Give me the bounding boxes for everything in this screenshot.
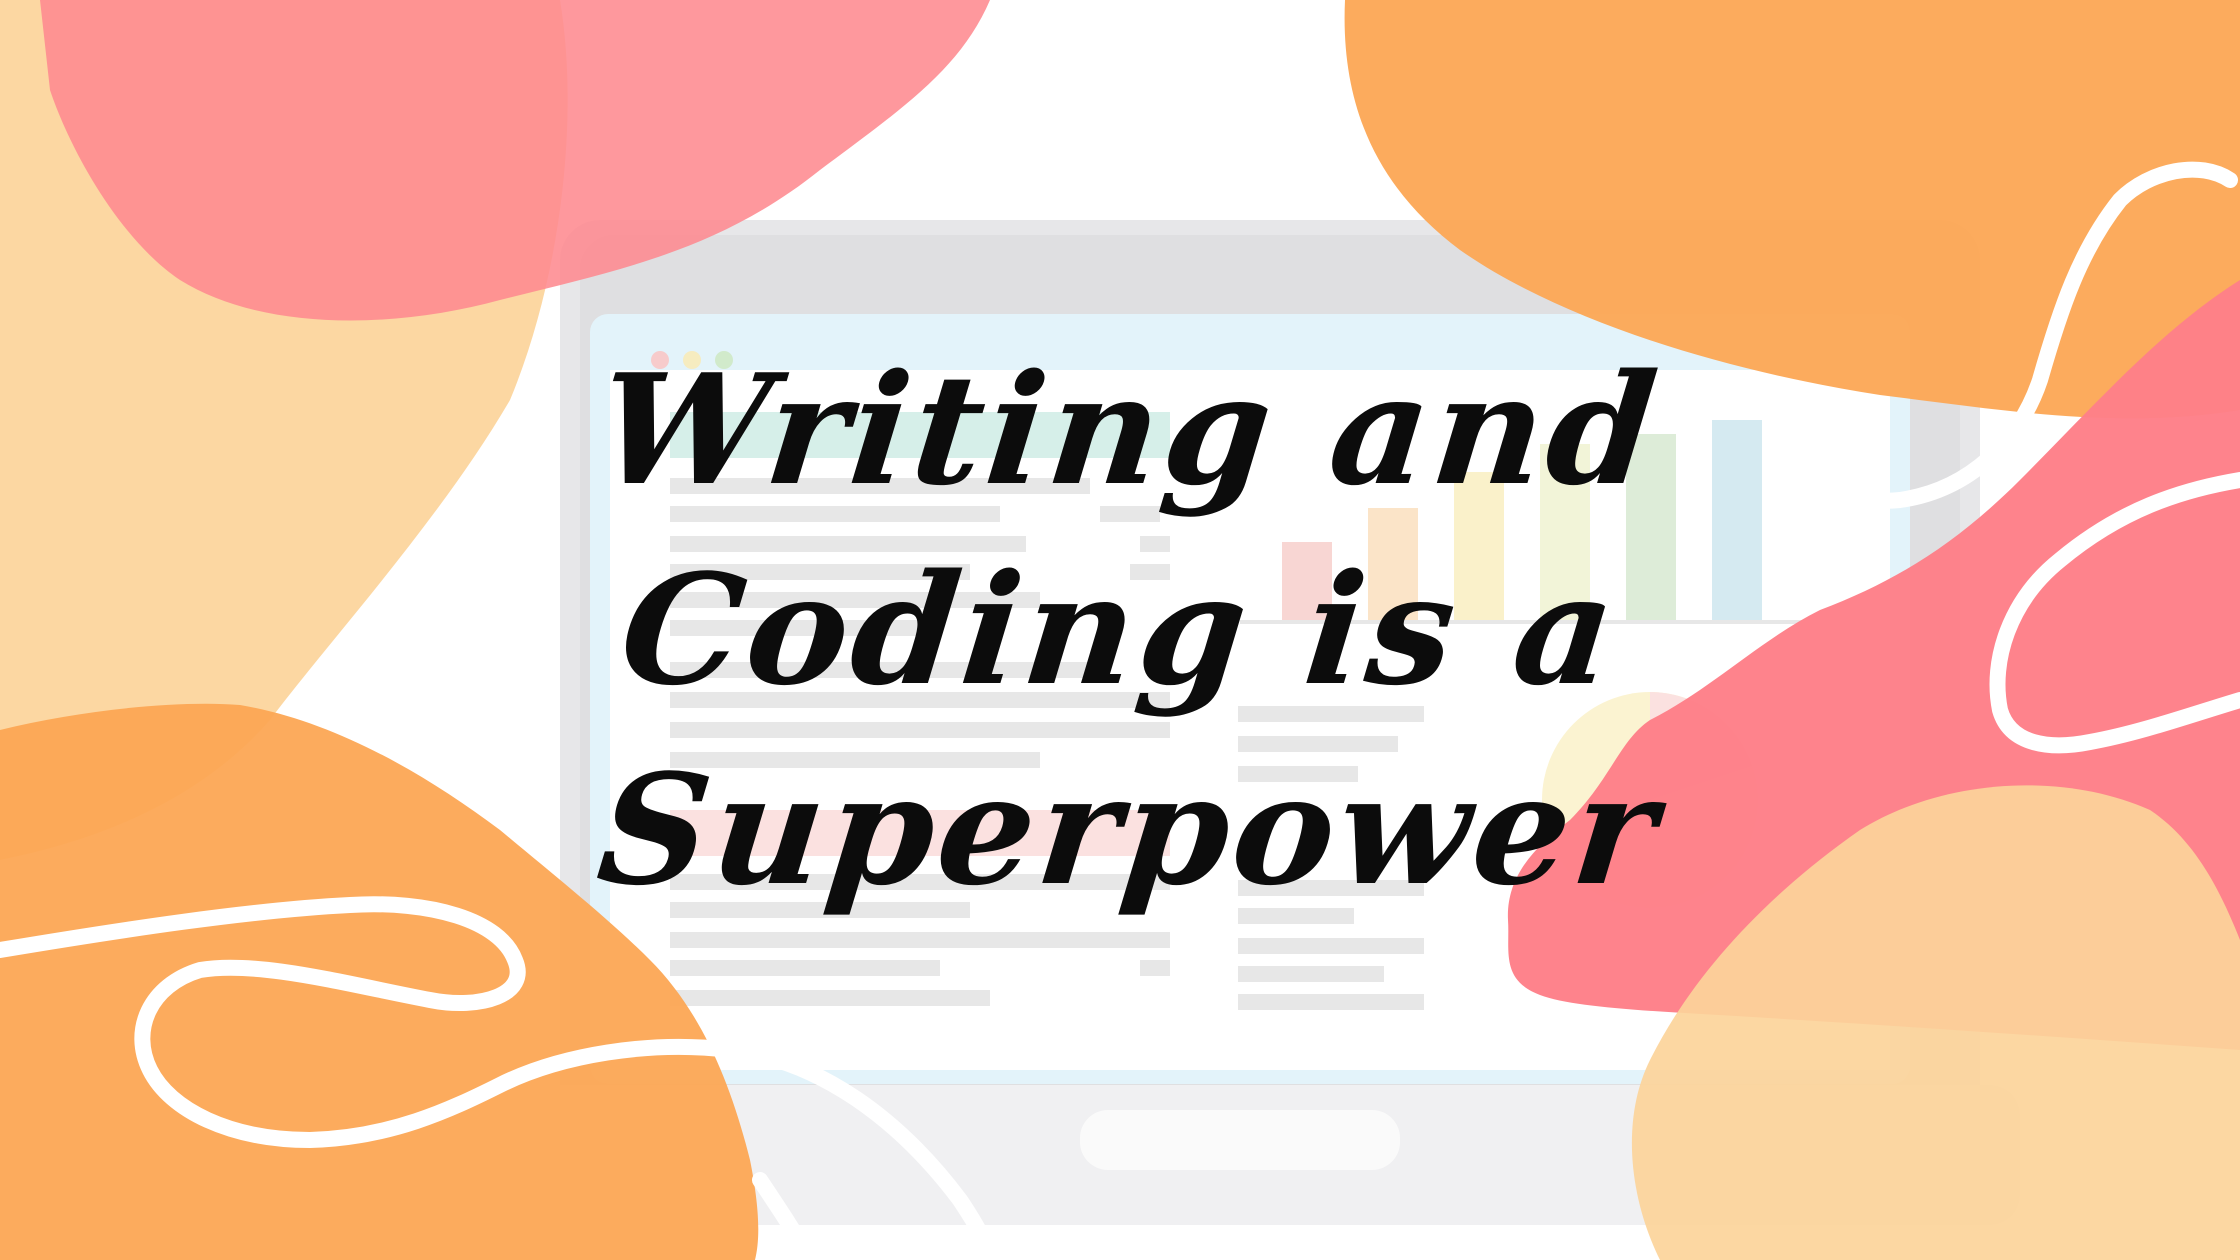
cover-graphic: Writing and Coding is a Superpower [0, 0, 2240, 1260]
headline-line-3: Superpower [590, 740, 1669, 919]
headline: Writing and Coding is a Superpower [591, 330, 1668, 930]
headline-line-2: Coding is a [613, 540, 1627, 719]
chart-bar [1712, 420, 1762, 620]
headline-line-1: Writing and [590, 340, 1669, 519]
